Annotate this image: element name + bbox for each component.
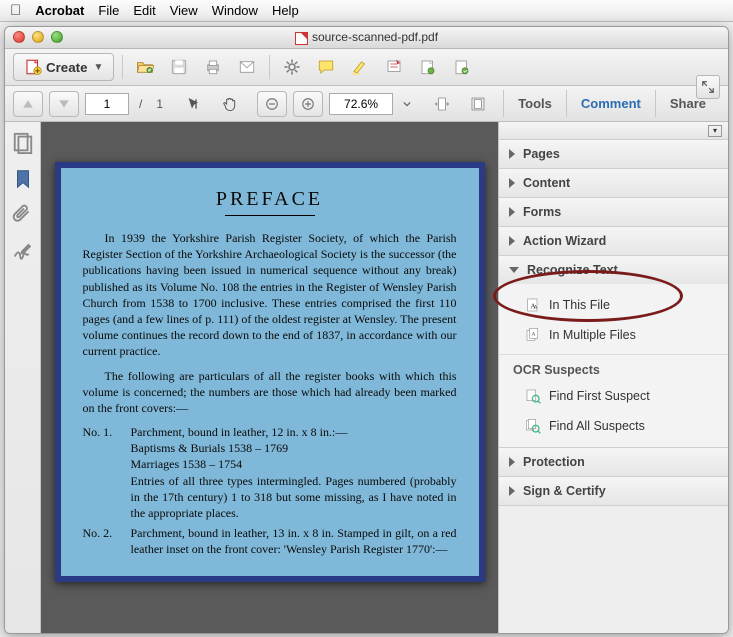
page-down-button[interactable] bbox=[49, 91, 79, 117]
zoom-in-button[interactable] bbox=[293, 91, 323, 117]
panel-options-strip: ▾ bbox=[499, 122, 728, 140]
printer-icon bbox=[204, 58, 222, 76]
app-name[interactable]: Acrobat bbox=[35, 3, 84, 18]
titlebar: source-scanned-pdf.pdf bbox=[5, 27, 728, 49]
navigation-toolbar: / 1 Tools Comment Share bbox=[5, 86, 728, 122]
traffic-lights bbox=[13, 31, 63, 43]
accordion-content[interactable]: Content bbox=[499, 169, 728, 197]
main-toolbar: Create ▼ bbox=[5, 49, 728, 86]
settings-button[interactable] bbox=[278, 53, 306, 81]
share-file-icon bbox=[453, 58, 471, 76]
fit-width-button[interactable] bbox=[427, 91, 457, 117]
acrobat-window: source-scanned-pdf.pdf Create ▼ / 1 bbox=[4, 26, 729, 634]
bookmarks-icon[interactable] bbox=[12, 168, 34, 190]
dropdown-caret-icon: ▼ bbox=[94, 62, 104, 73]
page-up-button[interactable] bbox=[13, 91, 43, 117]
doc-no1-text: Parchment, bound in leather, 12 in. x 8 … bbox=[131, 424, 457, 521]
menu-edit[interactable]: Edit bbox=[133, 3, 155, 18]
accordion-recognize-text[interactable]: Recognize Text bbox=[499, 256, 728, 284]
page-separator: / bbox=[139, 97, 142, 111]
pdf-page: PREFACE In 1939 the Yorkshire Parish Reg… bbox=[55, 162, 485, 582]
attach-file-icon bbox=[419, 58, 437, 76]
find-first-suspect-item[interactable]: Find First Suspect bbox=[499, 381, 728, 411]
svg-text:A: A bbox=[534, 304, 538, 310]
open-button[interactable] bbox=[131, 53, 159, 81]
apple-menu[interactable]:  bbox=[10, 2, 21, 19]
find-all-suspects-item[interactable]: Find All Suspects bbox=[499, 411, 728, 441]
zoom-dropdown[interactable] bbox=[399, 91, 415, 117]
heading-rule bbox=[225, 215, 315, 216]
create-button[interactable]: Create ▼ bbox=[13, 53, 114, 81]
accordion-sign-certify[interactable]: Sign & Certify bbox=[499, 477, 728, 505]
sticky-note-button[interactable] bbox=[312, 53, 340, 81]
tools-pane-tabs: Tools Comment Share bbox=[503, 90, 720, 117]
tab-comment[interactable]: Comment bbox=[566, 90, 655, 117]
attachments-icon[interactable] bbox=[12, 204, 34, 226]
in-this-file-item[interactable]: AA In This File bbox=[499, 290, 728, 320]
accordion-forms[interactable]: Forms bbox=[499, 198, 728, 226]
accordion-action-wizard[interactable]: Action Wizard bbox=[499, 227, 728, 255]
save-icon bbox=[170, 58, 188, 76]
zoom-input[interactable] bbox=[329, 93, 393, 115]
menu-help[interactable]: Help bbox=[272, 3, 299, 18]
menu-file[interactable]: File bbox=[98, 3, 119, 18]
page-thumbnails-icon[interactable] bbox=[12, 132, 34, 154]
share-file-button[interactable] bbox=[448, 53, 476, 81]
folder-open-icon bbox=[136, 58, 154, 76]
recognize-text-body: AA In This File A In Multiple Files OCR … bbox=[499, 284, 728, 447]
minimize-button[interactable] bbox=[32, 31, 44, 43]
menu-view[interactable]: View bbox=[170, 3, 198, 18]
text-file-icon: AA bbox=[525, 297, 541, 313]
email-button[interactable] bbox=[233, 53, 261, 81]
doc-no1-label: No. 1. bbox=[83, 424, 131, 521]
doc-para-2: The following are particulars of all the… bbox=[83, 368, 457, 417]
accordion-protection[interactable]: Protection bbox=[499, 448, 728, 476]
zoom-out-button[interactable] bbox=[257, 91, 287, 117]
stamp-icon bbox=[385, 58, 403, 76]
doc-no2-text: Parchment, bound in leather, 13 in. x 8 … bbox=[131, 525, 457, 557]
tools-accordion: Pages Content Forms Action Wizard Recogn… bbox=[499, 140, 728, 506]
fit-page-button[interactable] bbox=[463, 91, 493, 117]
attach-button[interactable] bbox=[414, 53, 442, 81]
envelope-icon bbox=[238, 58, 256, 76]
page-number-input[interactable] bbox=[85, 93, 129, 115]
accordion-pages[interactable]: Pages bbox=[499, 140, 728, 168]
speech-bubble-icon bbox=[317, 58, 335, 76]
panel-options-button[interactable]: ▾ bbox=[708, 125, 722, 137]
signatures-icon[interactable] bbox=[12, 240, 34, 262]
mac-menubar:  Acrobat File Edit View Window Help bbox=[0, 0, 733, 22]
highlighter-icon bbox=[351, 58, 369, 76]
reading-mode-button[interactable] bbox=[696, 75, 720, 99]
close-button[interactable] bbox=[13, 31, 25, 43]
doc-para-1: In 1939 the Yorkshire Parish Register So… bbox=[83, 230, 457, 360]
svg-text:A: A bbox=[532, 332, 536, 338]
save-button[interactable] bbox=[165, 53, 193, 81]
multiple-files-icon: A bbox=[525, 327, 541, 343]
find-first-icon bbox=[525, 388, 541, 404]
document-view[interactable]: PREFACE In 1939 the Yorkshire Parish Reg… bbox=[41, 122, 498, 633]
print-button[interactable] bbox=[199, 53, 227, 81]
stamp-button[interactable] bbox=[380, 53, 408, 81]
tab-tools[interactable]: Tools bbox=[503, 90, 566, 117]
tools-panel: ▾ Pages Content Forms Action Wizard Reco… bbox=[498, 122, 728, 633]
doc-no2-label: No. 2. bbox=[83, 525, 131, 557]
page-total: 1 bbox=[156, 97, 163, 111]
navigation-pane bbox=[5, 122, 41, 633]
zoom-button[interactable] bbox=[51, 31, 63, 43]
ocr-suspects-header: OCR Suspects bbox=[499, 354, 728, 381]
find-all-icon bbox=[525, 418, 541, 434]
doc-heading: PREFACE bbox=[83, 186, 457, 213]
create-pdf-icon bbox=[24, 58, 42, 76]
window-title: source-scanned-pdf.pdf bbox=[295, 30, 438, 44]
highlight-button[interactable] bbox=[346, 53, 374, 81]
in-multiple-files-item[interactable]: A In Multiple Files bbox=[499, 320, 728, 350]
pdf-icon bbox=[295, 32, 308, 45]
menu-window[interactable]: Window bbox=[212, 3, 258, 18]
gear-icon bbox=[283, 58, 301, 76]
hand-tool-button[interactable] bbox=[215, 91, 245, 117]
selection-tool-button[interactable] bbox=[179, 91, 209, 117]
